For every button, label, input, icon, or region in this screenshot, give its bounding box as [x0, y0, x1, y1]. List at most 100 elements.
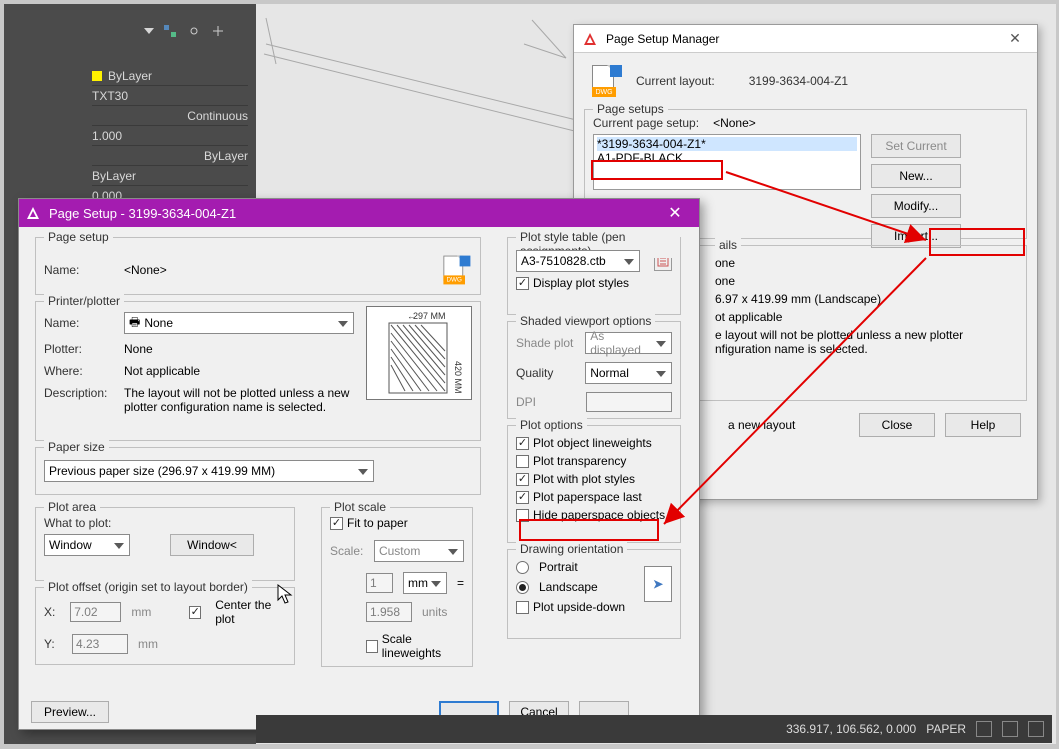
- detail-row: 6.97 x 419.99 mm (Landscape): [715, 292, 1018, 306]
- autocad-icon: [25, 205, 41, 221]
- y-unit: mm: [138, 637, 158, 651]
- y-label: Y:: [44, 637, 62, 651]
- coords: 336.917, 106.562, 0.000: [786, 722, 916, 736]
- group-title: ails: [715, 238, 741, 252]
- unit-num-input[interactable]: 1: [366, 573, 393, 593]
- detail-row: e layout will not be plotted unless a ne…: [715, 328, 995, 356]
- where-value: Not applicable: [124, 364, 200, 378]
- color-swatch: [92, 71, 102, 81]
- status-icon[interactable]: [1028, 721, 1044, 737]
- fit-to-paper-label: Fit to paper: [347, 516, 408, 530]
- autocad-icon: [582, 31, 598, 47]
- svg-text:420 MM: 420 MM: [453, 361, 463, 394]
- preview-button[interactable]: Preview...: [31, 701, 109, 723]
- center-plot-checkbox[interactable]: [189, 606, 201, 619]
- layer-value: TXT30: [92, 89, 128, 103]
- portrait-label: Portrait: [539, 560, 578, 574]
- modify-button[interactable]: Modify...: [871, 194, 961, 218]
- layer-value: ByLayer: [92, 169, 136, 183]
- tool-icon[interactable]: [162, 23, 178, 39]
- detail-row: ot applicable: [715, 310, 1018, 324]
- new-button[interactable]: New...: [871, 164, 961, 188]
- y-input[interactable]: 4.23: [72, 634, 128, 654]
- portrait-radio[interactable]: [516, 561, 529, 574]
- page-setup-listbox[interactable]: *3199-3634-004-Z1* A1-PDF-BLACK: [593, 134, 861, 190]
- what-to-plot-select[interactable]: Window: [44, 534, 130, 556]
- po5-label: Hide paperspace objects: [533, 508, 665, 522]
- center-plot-label: Center the plot: [215, 598, 286, 626]
- landscape-label: Landscape: [539, 580, 598, 594]
- plot-transparency-checkbox[interactable]: [516, 455, 529, 468]
- plotter-label: Plotter:: [44, 342, 114, 356]
- scale-lw-label: Scale lineweights: [382, 632, 464, 660]
- po1-label: Plot object lineweights: [533, 436, 652, 450]
- paper-preview: ←297 MM 420 MM: [366, 306, 472, 400]
- detail-row: one: [715, 274, 1018, 288]
- quality-select[interactable]: Normal: [585, 362, 672, 384]
- status-icon[interactable]: [976, 721, 992, 737]
- layer-value: 1.000: [92, 129, 122, 143]
- group-title: Paper size: [44, 440, 109, 454]
- plotter-select[interactable]: 🖶None: [124, 312, 354, 334]
- unit-select[interactable]: mm: [403, 572, 447, 594]
- checkbox-label: a new layout: [728, 418, 795, 432]
- group-title: Plot options: [516, 418, 587, 432]
- desc-label: Description:: [44, 386, 114, 400]
- paper-size-select[interactable]: Previous paper size (296.97 x 419.99 MM): [44, 460, 374, 482]
- scale-label: Scale:: [330, 544, 364, 558]
- fit-to-paper-checkbox[interactable]: [330, 517, 343, 530]
- unit-den-input[interactable]: 1.958: [366, 602, 412, 622]
- scale-select[interactable]: Custom: [374, 540, 464, 562]
- current-layout-label: Current layout:: [636, 74, 715, 88]
- list-item[interactable]: *3199-3634-004-Z1*: [597, 137, 857, 151]
- window-button[interactable]: Window<: [170, 534, 254, 556]
- upside-down-label: Plot upside-down: [533, 600, 625, 614]
- plot-paperspace-last-checkbox[interactable]: [516, 491, 529, 504]
- dialog-titlebar[interactable]: Page Setup Manager ✕: [574, 25, 1037, 53]
- tool-icon[interactable]: [186, 23, 202, 39]
- group-title: Page setup: [44, 230, 113, 244]
- scale-lw-checkbox[interactable]: [366, 640, 378, 653]
- hide-paperspace-checkbox[interactable]: [516, 509, 529, 522]
- shade-plot-select[interactable]: As displayed: [585, 332, 672, 354]
- help-button[interactable]: Help: [945, 413, 1021, 437]
- dps-label: Display plot styles: [533, 276, 629, 290]
- plot-lineweights-checkbox[interactable]: [516, 437, 529, 450]
- layer-value: ByLayer: [108, 69, 152, 83]
- dialog-title: Page Setup - 3199-3634-004-Z1: [49, 206, 236, 221]
- set-current-button[interactable]: Set Current: [871, 134, 961, 158]
- display-plot-styles-checkbox[interactable]: [516, 277, 529, 290]
- what-to-plot-label: What to plot:: [44, 516, 286, 530]
- dialog-titlebar[interactable]: Page Setup - 3199-3634-004-Z1 ✕: [19, 199, 699, 227]
- status-icon[interactable]: [1002, 721, 1018, 737]
- plot-styles-checkbox[interactable]: [516, 473, 529, 486]
- current-setup-value: <None>: [713, 116, 756, 130]
- group-title: Drawing orientation: [516, 542, 627, 556]
- desc-value: The layout will not be plotted unless a …: [124, 386, 364, 414]
- group-title: Page setups: [593, 102, 668, 116]
- x-input[interactable]: 7.02: [70, 602, 121, 622]
- dialog-title: Page Setup Manager: [606, 32, 719, 46]
- close-button[interactable]: Close: [859, 413, 935, 437]
- dwg-icon: DWG: [590, 65, 622, 97]
- tool-icon[interactable]: [210, 23, 226, 39]
- dropdown-caret-icon[interactable]: [144, 28, 154, 34]
- pst-select[interactable]: A3-7510828.ctb: [516, 250, 640, 272]
- page-setup-dialog: Page Setup - 3199-3634-004-Z1 ✕ Page set…: [18, 198, 700, 730]
- group-title: Plot scale: [330, 500, 390, 514]
- group-title: Plot area: [44, 500, 100, 514]
- landscape-radio[interactable]: [516, 581, 529, 594]
- list-item[interactable]: A1-PDF-BLACK: [597, 151, 857, 165]
- shade-plot-label: Shade plot: [516, 336, 575, 350]
- layer-value: Continuous: [187, 109, 248, 123]
- close-button[interactable]: ✕: [657, 203, 693, 223]
- upside-down-checkbox[interactable]: [516, 601, 529, 614]
- layer-value: ByLayer: [204, 149, 248, 163]
- x-unit: mm: [131, 605, 151, 619]
- close-button[interactable]: ✕: [1001, 30, 1029, 47]
- po3-label: Plot with plot styles: [533, 472, 635, 486]
- dpi-input[interactable]: [586, 392, 672, 412]
- dpi-label: DPI: [516, 395, 576, 409]
- po4-label: Plot paperspace last: [533, 490, 642, 504]
- group-title: Shaded viewport options: [516, 314, 655, 328]
